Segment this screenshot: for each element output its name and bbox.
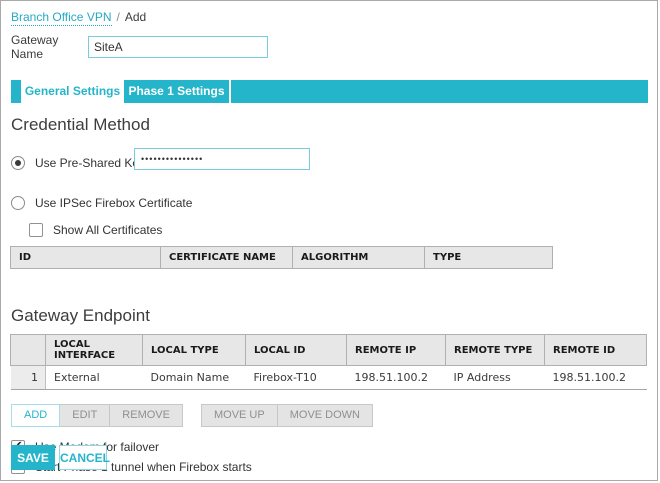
breadcrumb-separator: / (117, 10, 120, 24)
cert-col-type: TYPE (425, 247, 553, 269)
move-up-button[interactable]: MOVE UP (201, 404, 278, 427)
endpoint-local-interface: External (46, 366, 143, 390)
show-all-certificates-checkbox[interactable] (29, 223, 43, 237)
cert-col-algorithm: ALGORITHM (293, 247, 425, 269)
endpoint-remote-ip: 198.51.100.2 (347, 366, 446, 390)
gateway-name-label: Gateway Name (11, 33, 88, 61)
endpoint-local-id: Firebox-T10 (246, 366, 347, 390)
gateway-endpoint-table: LOCAL INTERFACE LOCAL TYPE LOCAL ID REMO… (10, 334, 647, 390)
endpoint-table-header-row: LOCAL INTERFACE LOCAL TYPE LOCAL ID REMO… (11, 335, 647, 366)
cancel-button[interactable]: CANCEL (59, 445, 107, 470)
endpoint-remote-id: 198.51.100.2 (545, 366, 647, 390)
ep-col-local-interface: LOCAL INTERFACE (46, 335, 143, 366)
remove-button[interactable]: REMOVE (109, 404, 183, 427)
ep-col-local-id: LOCAL ID (246, 335, 347, 366)
ep-col-handle (11, 335, 46, 366)
pre-shared-key-radio[interactable] (11, 156, 25, 170)
gateway-endpoint-heading: Gateway Endpoint (11, 306, 657, 326)
add-button[interactable]: ADD (11, 404, 60, 427)
endpoint-row-number: 1 (11, 366, 46, 390)
credential-method-heading: Credential Method (11, 115, 657, 135)
show-all-certificates-option: Show All Certificates (29, 223, 657, 237)
ep-col-local-type: LOCAL TYPE (143, 335, 246, 366)
breadcrumb-link-branch-office-vpn[interactable]: Branch Office VPN (11, 10, 112, 26)
endpoint-local-type: Domain Name (143, 366, 246, 390)
firebox-certificate-label: Use IPSec Firebox Certificate (35, 196, 192, 210)
cert-col-certificate-name: CERTIFICATE NAME (161, 247, 293, 269)
pre-shared-key-option: Use Pre-Shared Key (11, 151, 657, 175)
tab-general-settings[interactable]: General Settings (21, 80, 124, 103)
edit-button[interactable]: EDIT (59, 404, 110, 427)
pre-shared-key-label: Use Pre-Shared Key (35, 156, 145, 170)
cert-col-id: ID (11, 247, 161, 269)
save-button[interactable]: SAVE (11, 445, 55, 470)
endpoint-button-row: ADD EDIT REMOVE MOVE UP MOVE DOWN (11, 404, 657, 427)
tab-phase1-settings[interactable]: Phase 1 Settings (124, 80, 231, 103)
pre-shared-key-input[interactable] (134, 148, 310, 170)
ep-col-remote-ip: REMOTE IP (347, 335, 446, 366)
firebox-certificate-option: Use IPSec Firebox Certificate (11, 196, 657, 210)
endpoint-table-row[interactable]: 1 External Domain Name Firebox-T10 198.5… (11, 366, 647, 390)
bovpn-add-page: Branch Office VPN / Add Gateway Name Gener… (0, 0, 658, 481)
move-down-button[interactable]: MOVE DOWN (277, 404, 373, 427)
settings-tab-bar: General Settings Phase 1 Settings (11, 80, 648, 103)
form-action-row: SAVE CANCEL (11, 445, 107, 470)
button-gap (183, 404, 201, 427)
endpoint-remote-type: IP Address (446, 366, 545, 390)
ep-col-remote-id: REMOTE ID (545, 335, 647, 366)
breadcrumb: Branch Office VPN / Add (1, 1, 657, 24)
certificate-table-header-row: ID CERTIFICATE NAME ALGORITHM TYPE (11, 247, 553, 269)
show-all-certificates-label: Show All Certificates (53, 223, 162, 237)
firebox-certificate-radio[interactable] (11, 196, 25, 210)
certificate-table: ID CERTIFICATE NAME ALGORITHM TYPE (10, 246, 553, 269)
breadcrumb-current-page: Add (125, 10, 146, 24)
gateway-name-row: Gateway Name (11, 35, 657, 59)
gateway-name-input[interactable] (88, 36, 268, 58)
ep-col-remote-type: REMOTE TYPE (446, 335, 545, 366)
